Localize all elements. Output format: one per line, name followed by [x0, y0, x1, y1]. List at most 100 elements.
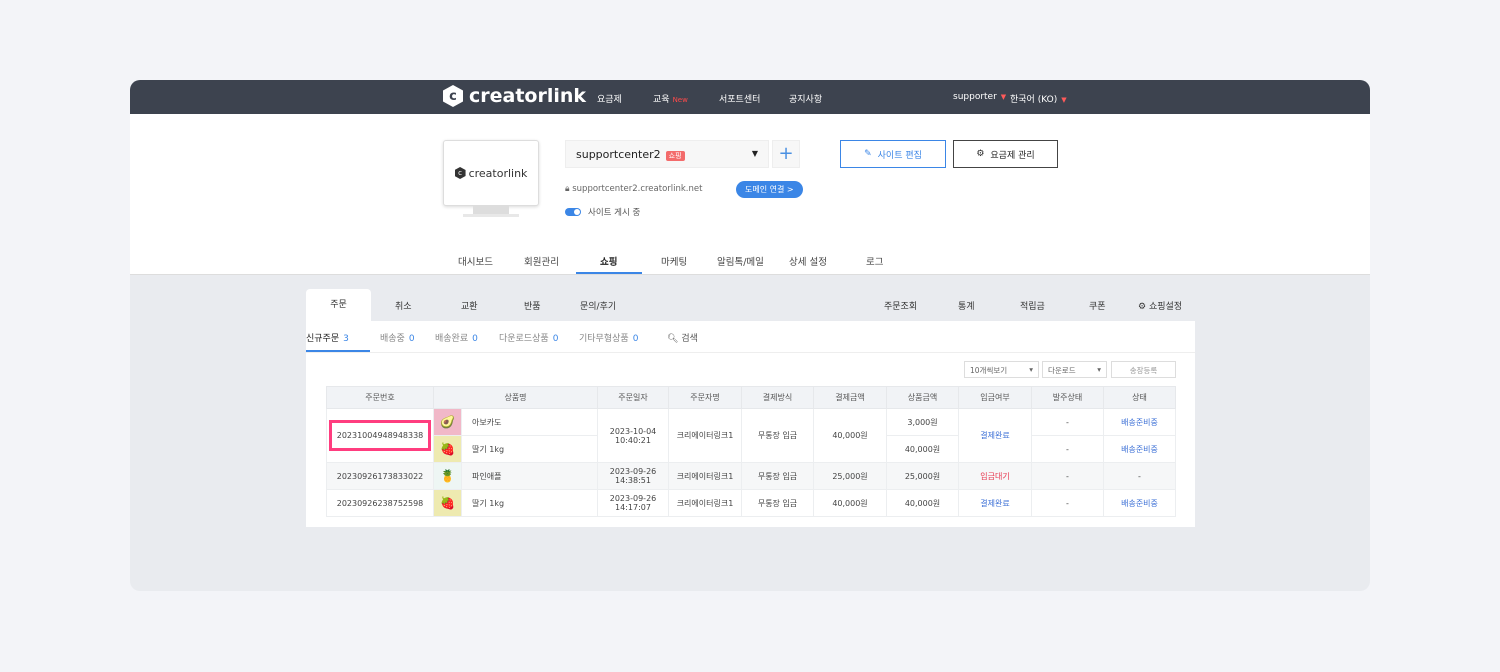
order-date: 2023-09-26 14:38:51: [597, 462, 669, 490]
tab-members[interactable]: 회원관리: [524, 254, 559, 268]
site-url[interactable]: 🔒︎ supportcenter2.creatorlink.net: [565, 184, 702, 194]
pencil-icon: ✎: [864, 149, 872, 159]
strawberry-icon: 🍓: [434, 436, 461, 462]
nav-pricing[interactable]: 요금제: [597, 92, 622, 105]
caret-down-icon: ▼: [751, 149, 758, 158]
tab-return[interactable]: 반품: [524, 299, 541, 312]
nav-support[interactable]: 서포트센터: [719, 92, 760, 105]
orders-panel: 주문 취소 교환 반품 문의/후기 주문조회 통계 적립금 쿠폰 ⚙ 쇼핑설정 …: [306, 289, 1195, 527]
user-menu[interactable]: supporter ▼: [953, 92, 1006, 102]
subtab-shipping[interactable]: 배송중 0: [380, 331, 415, 344]
table-row[interactable]: 20230926238752598 🍓 딸기 1kg 2023-09-26 14:…: [326, 489, 1176, 517]
caret-down-icon: ▼: [1000, 93, 1007, 101]
col-paid: 입금여부: [958, 386, 1032, 409]
order-status: -: [1031, 408, 1104, 436]
search-button[interactable]: 🔍︎ 검색: [667, 331, 698, 344]
download-select[interactable]: 다운로드 ▾: [1042, 361, 1107, 378]
payment-amount: 40,000원: [813, 489, 887, 517]
publish-status: 사이트 게시 중: [588, 208, 641, 218]
logo-icon: c: [443, 85, 463, 107]
payment-method: 무통장 입금: [741, 462, 814, 490]
shop-settings-button[interactable]: ⚙ 쇼핑설정: [1138, 299, 1182, 312]
tab-points[interactable]: 적립금: [1020, 299, 1045, 312]
connect-domain-button[interactable]: 도메인 연결 >: [736, 181, 803, 198]
table-row[interactable]: 20230926173833022 🍍 파인애플 2023-09-26 14:38…: [326, 462, 1176, 490]
col-method: 결제방식: [741, 386, 814, 409]
delivery-status[interactable]: 배송준비중: [1103, 435, 1176, 463]
tab-marketing[interactable]: 마케팅: [661, 254, 687, 268]
col-order-id: 주문번호: [326, 386, 434, 409]
order-status: -: [1031, 462, 1104, 490]
col-total: 결제금액: [813, 386, 887, 409]
product-price: 40,000원: [886, 489, 959, 517]
col-product: 상품명: [433, 386, 598, 409]
subtab-new-orders[interactable]: 신규주문 3: [306, 331, 349, 344]
orders-content: 신규주문 3 배송중 0 배송완료 0 다운로드상품 0 기타무형상품 0 🔍︎ 검색 1…: [306, 321, 1195, 527]
buyer-name: 크리에이터링크1: [668, 408, 742, 463]
col-price: 상품금액: [886, 386, 959, 409]
tab-settings[interactable]: 상세 설정: [789, 254, 827, 268]
col-status: 상태: [1103, 386, 1176, 409]
tab-order-search[interactable]: 주문조회: [884, 299, 917, 312]
tab-stats[interactable]: 통계: [958, 299, 975, 312]
shop-badge: 쇼핑: [665, 151, 685, 161]
subtab-delivered[interactable]: 배송완료 0: [435, 331, 478, 344]
tab-coupon[interactable]: 쿠폰: [1089, 299, 1106, 312]
edit-site-button[interactable]: ✎ 사이트 편집: [840, 140, 946, 168]
logo[interactable]: c creatorlink: [443, 85, 586, 107]
delivery-status: -: [1103, 462, 1176, 490]
payment-status[interactable]: 결제완료: [958, 489, 1032, 517]
tab-dashboard[interactable]: 대시보드: [458, 254, 493, 268]
product-name[interactable]: 딸기 1kg: [461, 489, 598, 517]
order-id-link[interactable]: 20230926238752598: [326, 489, 434, 517]
tab-orders[interactable]: 주문: [306, 289, 371, 321]
order-id-link[interactable]: 20230926173833022: [326, 462, 434, 490]
product-name[interactable]: 파인애플: [461, 462, 598, 490]
order-id-link[interactable]: 20231004948948338: [328, 420, 432, 451]
payment-amount: 25,000원: [813, 462, 887, 490]
payment-method: 무통장 입금: [741, 489, 814, 517]
add-site-button[interactable]: +: [772, 140, 800, 168]
avocado-icon: 🥑: [434, 409, 461, 435]
table-row[interactable]: 20231004948948338 🥑 아보카도 2023-10-04 10:40…: [326, 408, 1176, 463]
language-menu[interactable]: 한국어 (KO) ▼: [1010, 92, 1067, 105]
subtab-intangible[interactable]: 기타무형상품 0: [579, 331, 638, 344]
tab-cancel[interactable]: 취소: [395, 299, 412, 312]
tab-log[interactable]: 로그: [866, 254, 883, 268]
divider: [306, 352, 1195, 353]
logo-icon: c: [454, 167, 466, 179]
product-price: 25,000원: [886, 462, 959, 490]
buyer-name: 크리에이터링크1: [668, 462, 742, 490]
payment-status[interactable]: 입금대기: [958, 462, 1032, 490]
order-status: -: [1031, 435, 1104, 463]
search-icon: 🔍︎: [667, 334, 679, 344]
tab-inquiry[interactable]: 문의/후기: [580, 299, 616, 312]
site-selector[interactable]: supportcenter2 쇼핑 ▼: [565, 140, 769, 168]
col-order-status: 발주상태: [1031, 386, 1104, 409]
strawberry-icon: 🍓: [434, 490, 461, 516]
monitor-base: [463, 214, 519, 217]
nav-notice[interactable]: 공지사항: [789, 92, 822, 105]
app-window: c creatorlink 요금제 교육 New 서포트센터 공지사항 suppor…: [130, 80, 1370, 591]
payment-status[interactable]: 결제완료: [958, 408, 1032, 463]
gear-icon: ⚙: [1138, 302, 1147, 312]
tab-exchange[interactable]: 교환: [461, 299, 478, 312]
publish-toggle[interactable]: [565, 208, 581, 216]
manage-plan-button[interactable]: ⚙ 요금제 관리: [953, 140, 1058, 168]
subtab-download[interactable]: 다운로드상품 0: [499, 331, 558, 344]
nav-education[interactable]: 교육 New: [653, 92, 688, 105]
invoice-register-button[interactable]: 송장등록: [1111, 361, 1176, 378]
page-size-select[interactable]: 10개씩보기 ▾: [964, 361, 1039, 378]
product-price: 40,000원: [886, 435, 959, 463]
payment-amount: 40,000원: [813, 408, 887, 463]
monitor-stand: [473, 206, 509, 214]
tab-shopping[interactable]: 쇼핑: [600, 254, 617, 268]
delivery-status[interactable]: 배송준비중: [1103, 408, 1176, 436]
order-status: -: [1031, 489, 1104, 517]
product-name[interactable]: 딸기 1kg: [461, 435, 598, 463]
caret-down-icon: ▼: [1061, 96, 1067, 104]
site-preview[interactable]: c creatorlink: [443, 140, 539, 206]
product-name[interactable]: 아보카도: [461, 408, 598, 436]
delivery-status[interactable]: 배송준비중: [1103, 489, 1176, 517]
tab-notifications[interactable]: 알림톡/메일: [717, 254, 764, 268]
